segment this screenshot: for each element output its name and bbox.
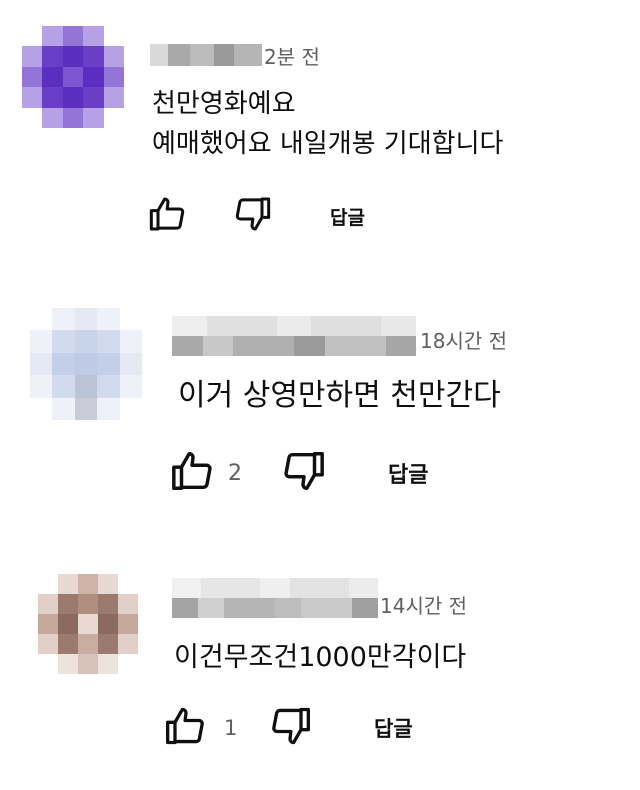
comment-text-line-2: 예매했어요 내일개봉 기대합니다 bbox=[152, 129, 504, 159]
like-count: 1 bbox=[224, 716, 238, 740]
comment-text-line-1: 천만영화예요 bbox=[152, 89, 296, 119]
comment-3: 14시간 전 이건무조건1000만각이다 1 답글 bbox=[0, 560, 640, 790]
like-count: 2 bbox=[228, 460, 242, 486]
reply-button[interactable]: 답글 bbox=[388, 457, 428, 489]
comment-text: 이거 상영만하면 천만간다 bbox=[178, 378, 501, 413]
thumb-up-icon[interactable] bbox=[148, 194, 188, 238]
avatar[interactable] bbox=[22, 26, 124, 128]
thumb-down-icon[interactable] bbox=[280, 448, 326, 498]
comment-text: 이건무조건1000만각이다 bbox=[174, 642, 467, 673]
author-name-blurred[interactable] bbox=[150, 44, 262, 66]
comment-time: 18시간 전 bbox=[420, 329, 508, 353]
thumb-up-icon[interactable] bbox=[164, 704, 208, 752]
thumb-up-icon[interactable] bbox=[170, 448, 216, 498]
reply-button[interactable]: 답글 bbox=[330, 203, 365, 230]
reply-button[interactable]: 답글 bbox=[374, 713, 413, 743]
author-name-blurred[interactable] bbox=[172, 316, 417, 356]
comment-actions: 답글 bbox=[148, 194, 365, 238]
comment-actions: 2 답글 bbox=[170, 448, 428, 498]
comment-time: 2분 전 bbox=[264, 45, 320, 69]
comment-1: 2분 전 천만영화예요 예매했어요 내일개봉 기대합니다 답글 bbox=[0, 0, 640, 260]
avatar[interactable] bbox=[30, 308, 142, 420]
comment-2: 18시간 전 이거 상영만하면 천만간다 2 답글 bbox=[0, 290, 640, 540]
thumb-down-icon[interactable] bbox=[268, 704, 312, 752]
author-name-blurred[interactable] bbox=[172, 578, 378, 618]
thumb-down-icon[interactable] bbox=[232, 194, 272, 238]
avatar[interactable] bbox=[38, 574, 138, 674]
comment-actions: 1 답글 bbox=[164, 704, 413, 752]
comment-time: 14시간 전 bbox=[380, 594, 468, 618]
